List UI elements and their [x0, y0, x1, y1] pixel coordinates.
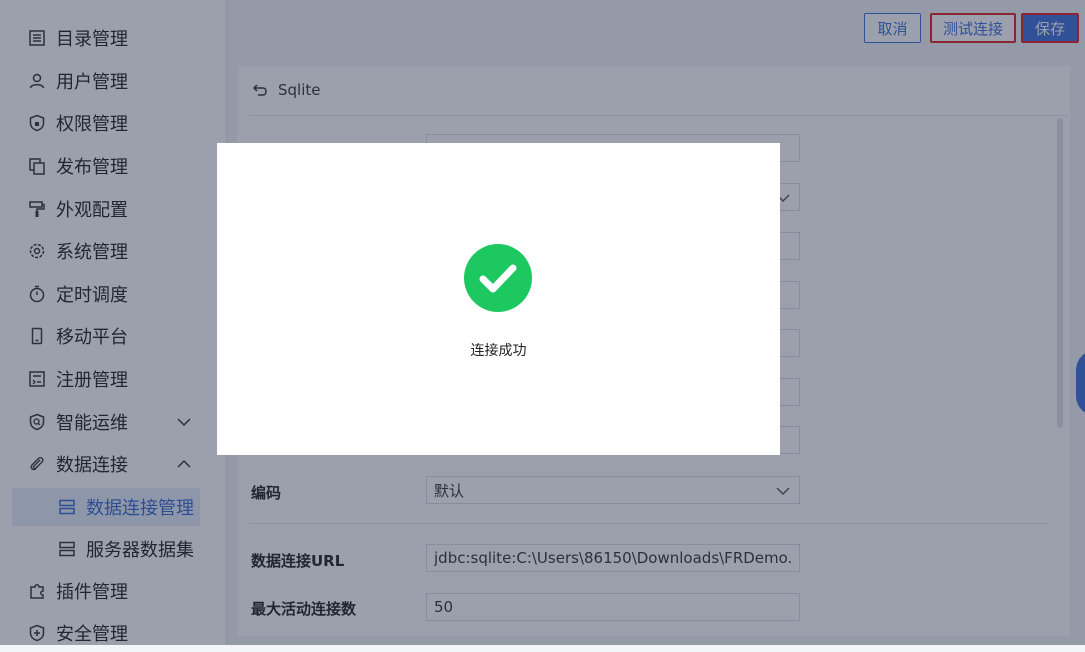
success-message: 连接成功 — [470, 343, 527, 359]
success-check-icon — [464, 244, 532, 312]
success-dialog: 连接成功 — [217, 143, 780, 455]
